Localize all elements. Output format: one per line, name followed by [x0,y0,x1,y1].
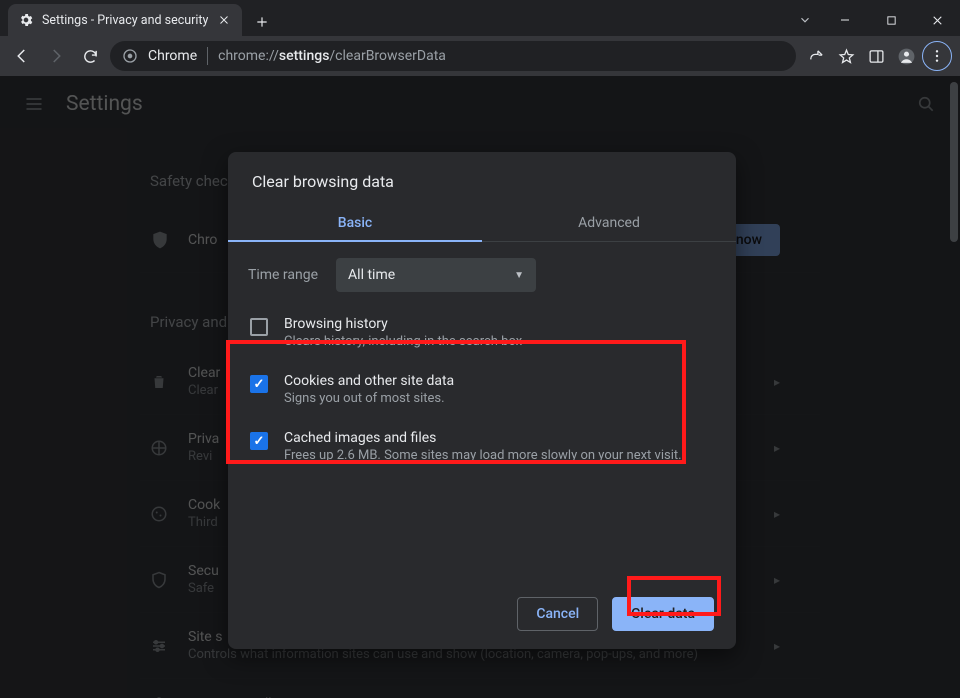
separator [207,47,208,65]
tab-title: Settings - Privacy and security [42,13,208,28]
chevron-down-icon: ▼ [514,270,524,281]
checkbox-browsing-history[interactable] [250,318,268,336]
option-browsing-history[interactable]: Browsing history Clears history, includi… [248,304,716,361]
time-range-value: All time [348,267,395,283]
share-icon[interactable] [802,42,830,70]
option-title: Cookies and other site data [284,373,454,389]
bookmark-icon[interactable] [832,42,860,70]
option-title: Cached images and files [284,430,682,446]
time-range-select[interactable]: All time ▼ [336,258,536,292]
url-text: chrome://settings/clearBrowserData [218,48,446,64]
profile-icon[interactable] [892,42,920,70]
checkbox-cached[interactable] [250,432,268,450]
option-subtitle: Frees up 2.6 MB. Some sites may load mor… [284,448,682,463]
browser-menu-button[interactable] [922,41,952,71]
clear-data-button[interactable]: Clear data [612,597,714,631]
tab-search-icon[interactable] [788,4,822,36]
time-range-row: Time range All time ▼ [248,258,716,292]
option-title: Browsing history [284,316,522,332]
new-tab-button[interactable] [248,8,276,36]
option-subtitle: Signs you out of most sites. [284,391,454,406]
close-window-button[interactable] [914,4,960,36]
window-controls [788,4,960,36]
site-label: Chrome [148,48,197,64]
browser-toolbar: Chrome chrome://settings/clearBrowserDat… [0,36,960,76]
address-bar[interactable]: Chrome chrome://settings/clearBrowserDat… [110,41,796,71]
option-subtitle: Clears history, including in the search … [284,334,522,349]
option-cookies[interactable]: Cookies and other site data Signs you ou… [248,361,716,418]
tab-basic[interactable]: Basic [228,205,482,241]
cancel-button[interactable]: Cancel [517,597,598,631]
site-info[interactable]: Chrome [122,48,197,64]
title-bar: Settings - Privacy and security [0,0,960,36]
dialog-tabs: Basic Advanced [228,205,736,242]
option-cached[interactable]: Cached images and files Frees up 2.6 MB.… [248,418,716,475]
dialog-title: Clear browsing data [228,152,736,205]
sidepanel-icon[interactable] [862,42,890,70]
tab-advanced[interactable]: Advanced [482,205,736,241]
minimize-button[interactable] [822,4,868,36]
forward-button[interactable] [42,42,70,70]
close-icon[interactable] [216,12,232,28]
maximize-button[interactable] [868,4,914,36]
gear-icon [18,12,34,28]
back-button[interactable] [8,42,36,70]
chrome-icon [122,48,138,64]
checkbox-cookies[interactable] [250,375,268,393]
dialog-actions: Cancel Clear data [228,579,736,635]
reload-button[interactable] [76,42,104,70]
clear-browsing-data-dialog: Clear browsing data Basic Advanced Time … [228,152,736,649]
time-range-label: Time range [248,267,318,283]
browser-tab[interactable]: Settings - Privacy and security [8,4,242,36]
